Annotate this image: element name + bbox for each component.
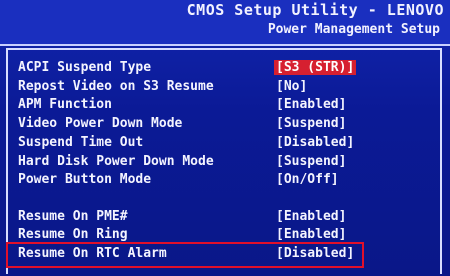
setting-value-selected[interactable]: [S3 (STR)] [274, 60, 357, 75]
setting-row-suspend-time-out[interactable]: Suspend Time Out [Disabled] [0, 135, 450, 153]
setting-label: ACPI Suspend Type [18, 60, 152, 75]
setting-row-video-power-down[interactable]: Video Power Down Mode [Suspend] [0, 116, 450, 134]
page-title: Power Management Setup [267, 22, 440, 37]
setting-value[interactable]: [Enabled] [276, 209, 346, 224]
app-title: CMOS Setup Utility - LENOVO [186, 1, 444, 19]
annotation-highlight-box [6, 242, 364, 268]
setting-label: Hard Disk Power Down Mode [18, 154, 214, 169]
setting-value[interactable]: [Suspend] [276, 116, 346, 131]
setting-value[interactable]: [Suspend] [276, 154, 346, 169]
setting-value[interactable]: [On/Off] [276, 172, 339, 187]
setting-label: Resume On PME# [18, 209, 128, 224]
setting-value[interactable]: [No] [276, 79, 307, 94]
setting-row-apm-function[interactable]: APM Function [Enabled] [0, 97, 450, 115]
setting-label: Video Power Down Mode [18, 116, 183, 131]
setting-value[interactable]: [Enabled] [276, 97, 346, 112]
setting-label: Power Button Mode [18, 172, 152, 187]
header-bar: CMOS Setup Utility - LENOVO Power Manage… [0, 0, 450, 46]
setting-value[interactable]: [Disabled] [276, 135, 354, 150]
bios-screen: CMOS Setup Utility - LENOVO Power Manage… [0, 0, 450, 276]
setting-label: Repost Video on S3 Resume [18, 79, 214, 94]
setting-value[interactable]: [Enabled] [276, 227, 346, 242]
setting-row-acpi-suspend-type[interactable]: ACPI Suspend Type [S3 (STR)] [0, 60, 450, 78]
setting-row-resume-on-pme[interactable]: Resume On PME# [Enabled] [0, 209, 450, 227]
setting-label: Resume On Ring [18, 227, 128, 242]
setting-label: Suspend Time Out [18, 135, 144, 150]
setting-row-repost-video[interactable]: Repost Video on S3 Resume [No] [0, 79, 450, 97]
setting-row-power-button-mode[interactable]: Power Button Mode [On/Off] [0, 172, 450, 190]
setting-label: APM Function [18, 97, 112, 112]
setting-row-hard-disk-power-down[interactable]: Hard Disk Power Down Mode [Suspend] [0, 154, 450, 172]
